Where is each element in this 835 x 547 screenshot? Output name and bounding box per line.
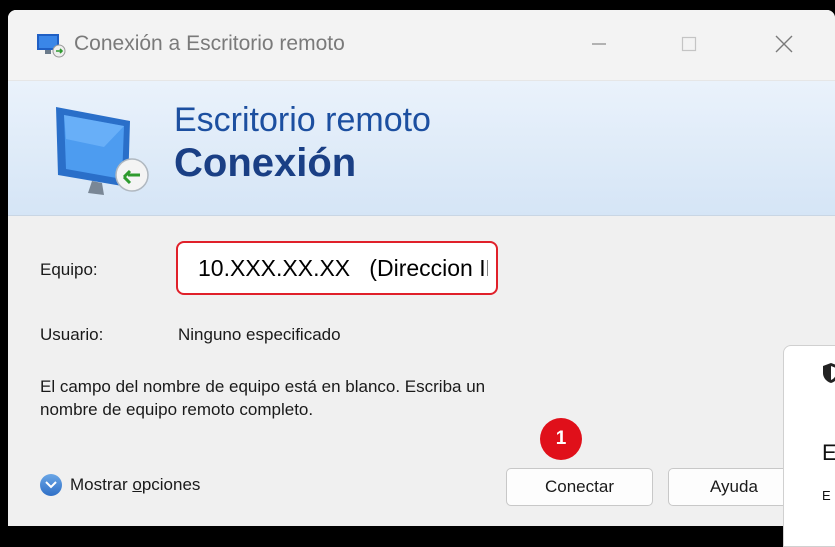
banner-subtitle: Escritorio remoto — [174, 101, 431, 139]
window-title: Conexión a Escritorio remoto — [74, 32, 345, 55]
shield-icon — [823, 363, 835, 383]
chevron-down-icon — [40, 474, 62, 496]
message-line-1: El campo del nombre de equipo está en bl… — [40, 377, 486, 396]
close-button[interactable] — [762, 24, 806, 64]
step-number-badge: 1 — [540, 418, 582, 460]
user-value: Ninguno especificado — [178, 325, 341, 344]
connect-button[interactable]: Conectar — [506, 468, 653, 506]
overlay-heading: E — [822, 440, 835, 465]
remote-desktop-app-icon — [37, 34, 66, 58]
overlapping-window: E E — [783, 345, 835, 547]
close-icon — [775, 35, 793, 53]
help-button[interactable]: Ayuda — [668, 468, 788, 506]
minimize-button[interactable] — [577, 24, 621, 64]
remote-desktop-monitor-icon — [56, 107, 149, 195]
computer-input-highlight — [176, 241, 498, 295]
computer-label: Equipo: — [40, 260, 98, 279]
minimize-icon — [592, 43, 606, 45]
maximize-icon — [681, 36, 697, 52]
title-bar[interactable]: Conexión a Escritorio remoto — [8, 10, 835, 81]
header-banner: Escritorio remoto Conexión — [8, 81, 835, 216]
validation-message: El campo del nombre de equipo está en bl… — [40, 375, 600, 421]
user-label: Usuario: — [40, 325, 104, 344]
remote-desktop-window: Conexión a Escritorio remoto Escritorio … — [8, 10, 835, 526]
overlay-text: E — [822, 488, 831, 503]
show-options-label: Mostrar opciones — [70, 475, 201, 494]
message-line-2: nombre de equipo remoto completo. — [40, 400, 314, 419]
computer-input[interactable] — [198, 253, 488, 283]
maximize-button[interactable] — [667, 24, 711, 64]
show-options-button[interactable]: Mostrar opciones — [40, 474, 200, 496]
banner-title: Conexión — [174, 141, 357, 185]
